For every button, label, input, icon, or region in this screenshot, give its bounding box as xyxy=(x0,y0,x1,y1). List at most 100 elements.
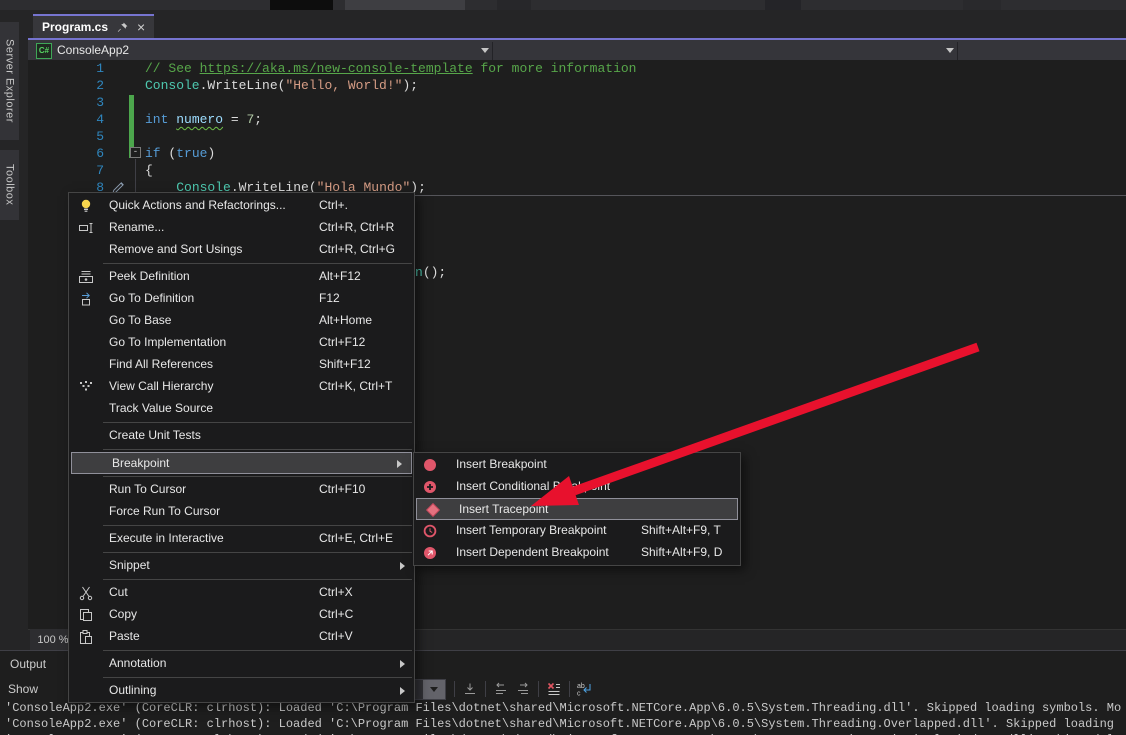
menu-item-create-unit-tests[interactable]: Create Unit Tests xyxy=(69,425,414,447)
menu-item-snippet[interactable]: Snippet xyxy=(69,555,414,577)
line-number[interactable]: 6 xyxy=(28,145,110,162)
submenu-arrow-icon xyxy=(400,687,405,695)
menu-separator xyxy=(103,552,412,553)
menu-item-shortcut: Ctrl+C xyxy=(319,604,353,625)
menu-separator xyxy=(103,263,412,264)
code-token: "Hello, World!" xyxy=(285,78,402,93)
menu-item-shortcut: Ctrl+E, Ctrl+E xyxy=(319,528,393,549)
menu-item-breakpoint[interactable]: Breakpoint xyxy=(71,452,412,474)
chevron-down-icon[interactable] xyxy=(481,48,489,53)
editor-context-menu: Quick Actions and Refactorings...Ctrl+.R… xyxy=(68,192,415,703)
code-token: = xyxy=(223,112,246,127)
menu-item-insert-tracepoint[interactable]: Insert Tracepoint xyxy=(416,498,738,520)
pin-icon[interactable] xyxy=(116,21,129,34)
code-line-4[interactable]: 4 int numero = 7; xyxy=(28,111,1126,128)
menu-item-outlining[interactable]: Outlining xyxy=(69,680,414,702)
menu-item-paste[interactable]: Paste Ctrl+V xyxy=(69,626,414,648)
menu-item-label: Copy xyxy=(109,604,137,625)
project-dropdown[interactable]: ConsoleApp2 xyxy=(57,40,129,60)
menu-item-quick-actions-and-refactorings[interactable]: Quick Actions and Refactorings...Ctrl+. xyxy=(69,195,414,217)
zoom-level: 100 % xyxy=(37,634,68,646)
menu-item-run-to-cursor[interactable]: Run To CursorCtrl+F10 xyxy=(69,479,414,501)
code-token: Console xyxy=(145,78,200,93)
editor-navigation-bar: C# ConsoleApp2 xyxy=(28,38,1126,60)
sidebar-tab-server-explorer[interactable]: Server Explorer xyxy=(0,22,19,140)
menu-item-view-call-hierarchy[interactable]: View Call HierarchyCtrl+K, Ctrl+T xyxy=(69,376,414,398)
code-token: n xyxy=(415,265,423,280)
code-token: true xyxy=(176,146,207,161)
tab-program-cs[interactable]: Program.cs × xyxy=(33,14,154,38)
code-token: .WriteLine( xyxy=(200,78,286,93)
menu-item-annotation[interactable]: Annotation xyxy=(69,653,414,675)
menu-item-insert-breakpoint[interactable]: Insert Breakpoint xyxy=(414,454,740,476)
line-number[interactable]: 7 xyxy=(28,162,110,179)
code-line-2[interactable]: 2Console.WriteLine("Hello, World!"); xyxy=(28,77,1126,94)
chevron-down-icon[interactable] xyxy=(946,48,954,53)
code-line-5[interactable]: 5 xyxy=(28,128,1126,145)
menu-item-force-run-to-cursor[interactable]: Force Run To Cursor xyxy=(69,501,414,523)
menu-item-execute-in-interactive[interactable]: Execute in InteractiveCtrl+E, Ctrl+E xyxy=(69,528,414,550)
code-token: https://aka.ms/new-console-template xyxy=(200,61,473,76)
menu-item-shortcut: Ctrl+V xyxy=(319,626,353,647)
menu-item-go-to-implementation[interactable]: Go To ImplementationCtrl+F12 xyxy=(69,332,414,354)
goto-end-icon[interactable] xyxy=(459,680,481,698)
submenu-arrow-icon xyxy=(400,562,405,570)
menu-item-track-value-source[interactable]: Track Value Source xyxy=(69,398,414,420)
menu-item-go-to-base[interactable]: Go To BaseAlt+Home xyxy=(69,310,414,332)
strip-fragment xyxy=(270,0,333,10)
code-text: int numero = 7; xyxy=(145,111,262,128)
menu-item-copy[interactable]: Copy Ctrl+C xyxy=(69,604,414,626)
code-text: { xyxy=(145,162,153,179)
next-message-icon[interactable] xyxy=(512,680,534,698)
menu-item-insert-conditional-breakpoint[interactable]: Insert Conditional Breakpoint xyxy=(414,476,740,498)
insert-breakpoint-icon xyxy=(422,457,438,473)
line-number[interactable]: 3 xyxy=(28,94,110,111)
code-token: numero xyxy=(176,112,223,127)
output-log[interactable]: 'ConsoleApp2.exe' (CoreCLR: clrhost): Lo… xyxy=(5,700,1121,735)
svg-text:ab: ab xyxy=(577,683,585,690)
menu-item-label: Paste xyxy=(109,626,140,647)
menu-item-shortcut: Shift+Alt+F9, D xyxy=(641,542,722,563)
sidebar-tab-toolbox[interactable]: Toolbox xyxy=(0,150,19,220)
menu-item-insert-dependent-breakpoint[interactable]: Insert Dependent BreakpointShift+Alt+F9,… xyxy=(414,542,740,564)
menu-separator xyxy=(103,422,412,423)
menu-item-label: Create Unit Tests xyxy=(109,425,201,446)
menu-item-shortcut: Ctrl+F10 xyxy=(319,479,365,500)
menu-item-label: Insert Breakpoint xyxy=(456,454,547,475)
close-icon[interactable]: × xyxy=(137,21,145,34)
menu-item-cut[interactable]: CutCtrl+X xyxy=(69,582,414,604)
line-number[interactable]: 5 xyxy=(28,128,110,145)
code-line-6[interactable]: 6if (true) xyxy=(28,145,1126,162)
fold-guide-line xyxy=(135,159,136,192)
document-tab-well: Program.cs × xyxy=(28,10,1126,38)
code-token: // See xyxy=(145,61,200,76)
insert-temporary-breakpoint-icon xyxy=(422,523,438,539)
submenu-arrow-icon xyxy=(397,460,402,468)
menu-item-go-to-definition[interactable]: Go To DefinitionF12 xyxy=(69,288,414,310)
show-label: Show xyxy=(8,682,38,696)
line-number[interactable]: 1 xyxy=(28,60,110,77)
dropdown-button[interactable] xyxy=(423,680,445,699)
insert-dependent-breakpoint-icon xyxy=(422,545,438,561)
menu-item-shortcut: Shift+Alt+F9, T xyxy=(641,520,721,541)
word-wrap-icon[interactable]: abc xyxy=(574,680,596,698)
menu-item-label: Quick Actions and Refactorings... xyxy=(109,195,286,216)
code-line-7[interactable]: 7{ xyxy=(28,162,1126,179)
csharp-project-icon: C# xyxy=(36,43,52,59)
strip-fragment xyxy=(345,0,465,10)
line-number[interactable]: 2 xyxy=(28,77,110,94)
menu-item-rename[interactable]: Rename...Ctrl+R, Ctrl+R xyxy=(69,217,414,239)
menu-item-insert-temporary-breakpoint[interactable]: Insert Temporary BreakpointShift+Alt+F9,… xyxy=(414,520,740,542)
menu-item-remove-and-sort-usings[interactable]: Remove and Sort UsingsCtrl+R, Ctrl+G xyxy=(69,239,414,261)
line-number[interactable]: 4 xyxy=(28,111,110,128)
menu-item-peek-definition[interactable]: Peek DefinitionAlt+F12 xyxy=(69,266,414,288)
submenu-arrow-icon xyxy=(400,660,405,668)
fold-collapse-icon[interactable]: - xyxy=(130,147,141,158)
previous-message-icon[interactable] xyxy=(490,680,512,698)
clear-all-icon[interactable] xyxy=(543,680,565,698)
code-line-3[interactable]: 3 xyxy=(28,94,1126,111)
code-line-1[interactable]: 1 // See https://aka.ms/new-console-templ… xyxy=(28,60,1126,77)
lightbulb-icon xyxy=(78,198,94,214)
menu-item-find-all-references[interactable]: Find All ReferencesShift+F12 xyxy=(69,354,414,376)
chevron-down-icon xyxy=(430,687,438,692)
